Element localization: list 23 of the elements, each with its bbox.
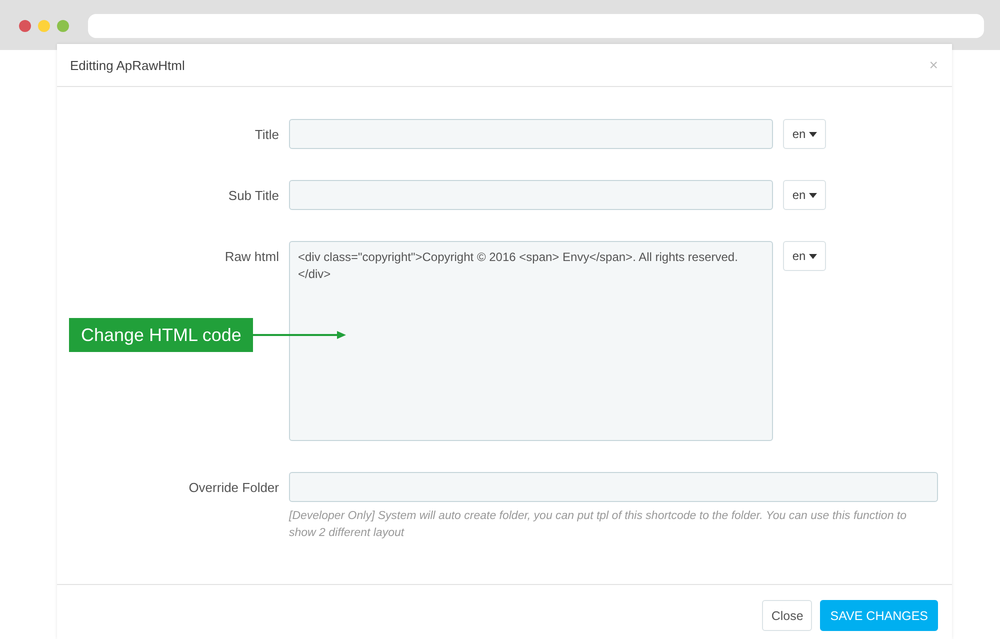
caret-icon [808,132,817,136]
language-dropdown[interactable]: en [783,241,826,271]
html-textarea[interactable]: <div class="copyright">Copyright © 2016 <span> Envy</span>. All rights reserved. </div> [289,241,773,441]
arrow-icon [253,330,346,340]
window-minimize-dot[interactable] [38,20,50,32]
field-label: Raw html [224,248,279,264]
close-button[interactable]: Close [762,600,812,631]
address-bar[interactable] [88,14,984,38]
callout-label: Change HTML code [69,318,254,352]
text-input[interactable] [289,119,773,149]
language-dropdown[interactable]: en [783,119,826,149]
caret-icon [808,192,817,198]
text-input[interactable] [289,180,773,210]
language-dropdown[interactable]: en [783,180,826,210]
field-label: Sub Title [227,187,279,203]
text-input[interactable] [289,472,938,502]
modal-title: Editting ApRawHtml [70,58,185,72]
window-maximize-dot[interactable] [57,20,69,32]
caret-icon [808,254,817,258]
field-label: Title [254,126,279,142]
window-close-dot[interactable] [19,20,31,32]
help-text: [Developer Only] System will auto create folder, you can put tpl of this shortcode to the folder. You can use this function to show 2 different layout [289,509,908,541]
field-label: Override Folder [188,479,279,495]
